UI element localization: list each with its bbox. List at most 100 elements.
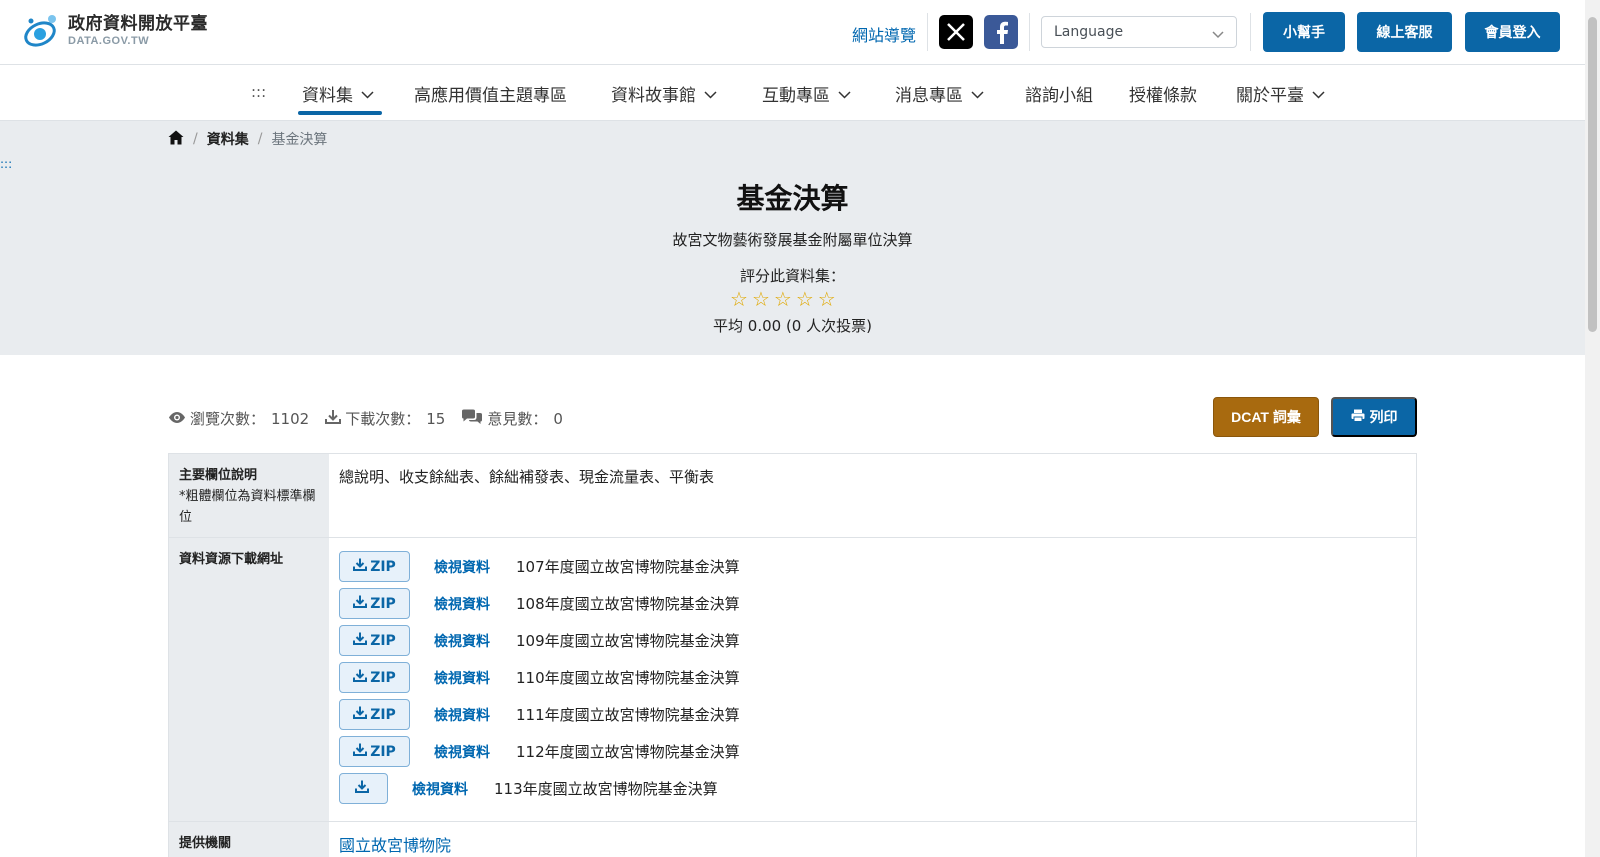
dataset-stats: 瀏覽次數： 1102 下載次數： 15 意見數： 0	[168, 408, 579, 429]
dcat-vocabulary-button[interactable]: DCAT 詞彙	[1213, 397, 1319, 437]
resource-item: ZIP 檢視資料 111年度國立故宮博物院基金決算	[339, 696, 1406, 733]
resources-list: ZIP 檢視資料 107年度國立故宮博物院基金決算 ZIP 檢視資料 108年度…	[329, 538, 1416, 821]
page-scrollbar[interactable]	[1585, 0, 1600, 857]
member-login-button[interactable]: 會員登入	[1465, 12, 1560, 52]
format-label: ZIP	[370, 669, 396, 686]
view-data-link[interactable]: 檢視資料	[412, 779, 468, 799]
comments-icon	[461, 409, 487, 429]
nav-item-stories[interactable]: 資料故事館	[611, 81, 717, 106]
nav-item-label: 消息專區	[895, 86, 963, 106]
resource-item: 檢視資料 113年度國立故宮博物院基金決算	[339, 770, 1406, 807]
download-button[interactable]	[339, 773, 388, 804]
format-label: ZIP	[370, 558, 396, 575]
fields-note: *粗體欄位為資料標準欄位	[179, 488, 316, 525]
logo-subtitle: DATA.GOV.TW	[68, 34, 150, 47]
view-data-link[interactable]: 檢視資料	[434, 742, 490, 762]
download-icon	[353, 632, 370, 649]
nav-item-datasets[interactable]: 資料集	[302, 81, 374, 106]
download-icon	[353, 558, 370, 575]
content-accesskey[interactable]: :::	[0, 157, 12, 171]
dataset-hero: / 資料集 / 基金決算 ::: 基金決算 故宮文物藝術發展基金附屬單位決算 評…	[0, 121, 1585, 355]
provider-label: 提供機關	[179, 836, 232, 851]
print-button[interactable]: 列印	[1331, 397, 1417, 437]
nav-item-label: 授權條款	[1129, 86, 1197, 106]
scrollbar-thumb[interactable]	[1588, 17, 1597, 332]
chevron-down-icon	[838, 84, 851, 104]
nav-item-news[interactable]: 消息專區	[895, 81, 984, 106]
rating-stars: ☆ ☆ ☆ ☆ ☆	[730, 289, 836, 309]
view-data-link[interactable]: 檢視資料	[434, 631, 490, 651]
page-title: 基金決算	[736, 182, 849, 215]
rating-label: 評分此資料集：	[739, 267, 845, 285]
views-stat: 瀏覽次數： 1102	[168, 408, 309, 429]
facebook-icon[interactable]	[984, 15, 1018, 49]
comments-stat: 意見數： 0	[461, 408, 563, 429]
helper-button[interactable]: 小幫手	[1263, 12, 1345, 52]
star-icon[interactable]: ☆	[796, 289, 814, 309]
printer-icon	[1351, 409, 1370, 425]
download-icon	[353, 669, 370, 686]
star-icon[interactable]: ☆	[774, 289, 792, 309]
nav-item-label: 資料故事館	[611, 86, 696, 106]
download-zip-button[interactable]: ZIP	[339, 699, 410, 730]
comments-label: 意見數：	[487, 410, 548, 428]
view-data-link[interactable]: 檢視資料	[434, 668, 490, 688]
breadcrumb-datasets[interactable]: 資料集	[207, 129, 249, 149]
nav-item-license[interactable]: 授權條款	[1129, 81, 1197, 106]
divider	[1029, 13, 1030, 51]
resource-name: 111年度國立故宮博物院基金決算	[516, 706, 740, 724]
downloads-label: 下載次數：	[345, 410, 421, 428]
resource-item: ZIP 檢視資料 107年度國立故宮博物院基金決算	[339, 548, 1406, 585]
fields-value: 總說明、收支餘絀表、餘絀補發表、現金流量表、平衡表	[339, 468, 715, 486]
download-zip-button[interactable]: ZIP	[339, 625, 410, 656]
nav-item-advisory[interactable]: 諮詢小組	[1025, 81, 1093, 106]
x-twitter-icon[interactable]	[939, 15, 973, 49]
row-header: 資料資源下載網址	[169, 538, 329, 821]
format-label: ZIP	[370, 632, 396, 649]
views-label: 瀏覽次數：	[190, 410, 266, 428]
breadcrumb-separator: /	[193, 131, 198, 147]
eye-icon	[168, 410, 190, 428]
star-icon[interactable]: ☆	[818, 289, 836, 309]
breadcrumb-current: 基金決算	[271, 132, 328, 148]
view-data-link[interactable]: 檢視資料	[434, 594, 490, 614]
download-icon	[353, 743, 370, 760]
provider-link[interactable]: 國立故宮博物院	[339, 836, 451, 855]
download-zip-button[interactable]: ZIP	[339, 662, 410, 693]
home-icon[interactable]	[168, 130, 184, 149]
star-icon[interactable]: ☆	[752, 289, 770, 309]
resource-name: 109年度國立故宮博物院基金決算	[516, 632, 740, 650]
logo-icon	[22, 12, 62, 50]
download-zip-button[interactable]: ZIP	[339, 736, 410, 767]
nav-item-interactive[interactable]: 互動專區	[762, 81, 851, 106]
chevron-down-icon	[1212, 27, 1224, 43]
resource-name: 110年度國立故宮博物院基金決算	[516, 669, 740, 687]
download-zip-button[interactable]: ZIP	[339, 588, 410, 619]
sitemap-link[interactable]: 網站導覽	[852, 22, 916, 46]
site-logo[interactable]: 政府資料開放平臺 DATA.GOV.TW	[22, 12, 208, 50]
view-data-link[interactable]: 檢視資料	[434, 557, 490, 577]
language-select[interactable]: Language	[1041, 16, 1237, 48]
chevron-down-icon	[361, 84, 374, 104]
download-zip-button[interactable]: ZIP	[339, 551, 410, 582]
nav-item-label: 諮詢小組	[1025, 86, 1093, 106]
breadcrumb: / 資料集 / 基金決算	[168, 129, 327, 149]
main-nav: ::: 資料集 高應用價值主題專區 資料故事館 互動專區 消息專區 諮詢小組 授…	[0, 65, 1585, 121]
language-select-value: Language	[1054, 24, 1124, 40]
star-icon[interactable]: ☆	[730, 289, 748, 309]
online-service-button[interactable]: 線上客服	[1357, 12, 1452, 52]
resource-name: 108年度國立故宮博物院基金決算	[516, 595, 740, 613]
nav-item-about[interactable]: 關於平臺	[1236, 81, 1325, 106]
print-label: 列印	[1369, 409, 1398, 425]
resource-name: 112年度國立故宮博物院基金決算	[516, 743, 740, 761]
nav-accesskey[interactable]: :::	[251, 83, 266, 101]
downloads-value: 15	[426, 409, 446, 428]
table-row: 主要欄位說明 *粗體欄位為資料標準欄位 總說明、收支餘絀表、餘絀補發表、現金流量…	[169, 454, 1416, 538]
views-value: 1102	[271, 409, 310, 428]
rating-average: 平均 0.00 (0 人次投票)	[713, 317, 872, 335]
nav-active-indicator	[298, 111, 382, 115]
format-label: ZIP	[370, 706, 396, 723]
nav-item-high-value[interactable]: 高應用價值主題專區	[414, 81, 567, 106]
resource-item: ZIP 檢視資料 112年度國立故宮博物院基金決算	[339, 733, 1406, 770]
view-data-link[interactable]: 檢視資料	[434, 705, 490, 725]
